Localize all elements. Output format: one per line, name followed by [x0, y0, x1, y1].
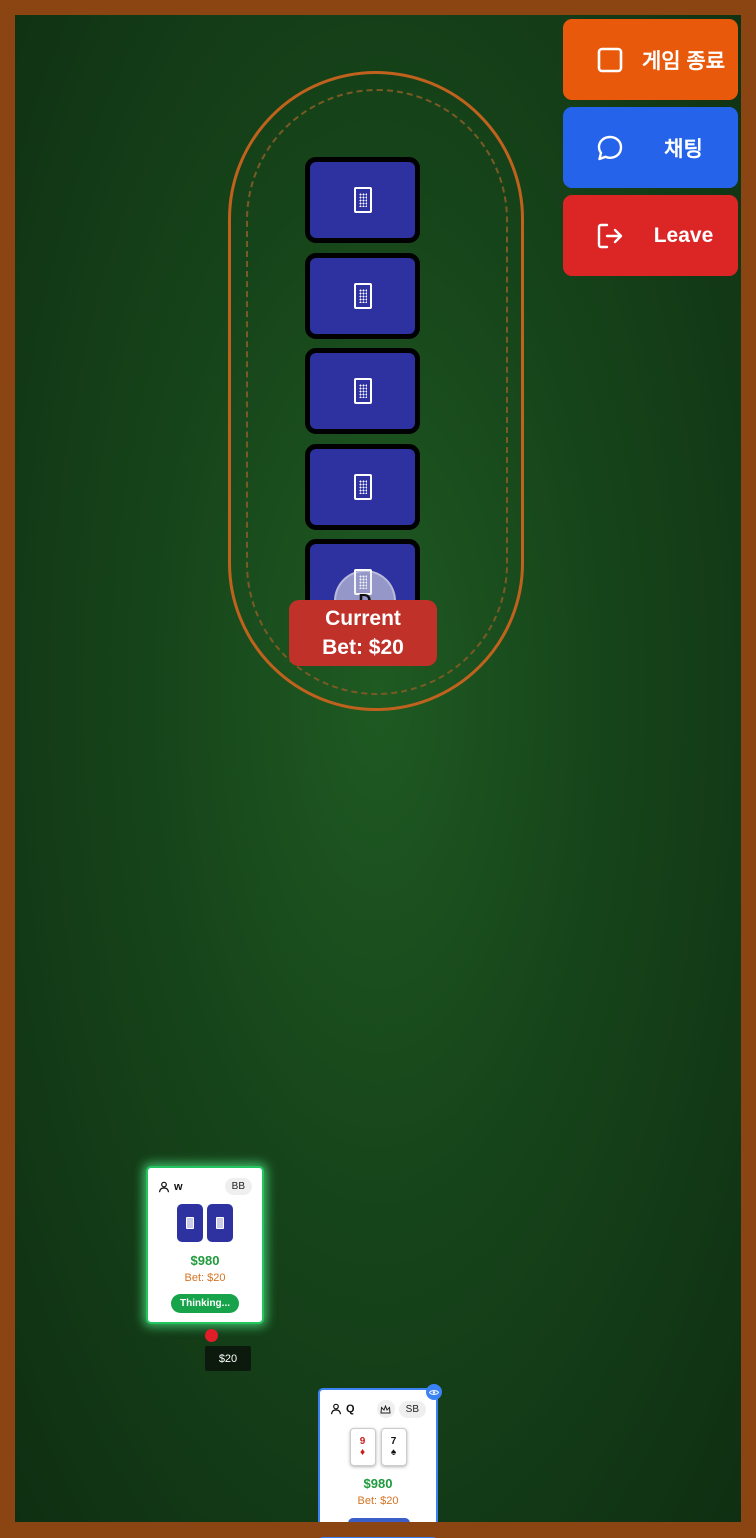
- card-icon: [353, 187, 372, 213]
- table-rail-bottom: [0, 1522, 756, 1537]
- position-badge: SB: [398, 1400, 426, 1418]
- hole-card-back: [207, 1204, 233, 1242]
- card-icon: [353, 283, 372, 309]
- user-icon: [158, 1181, 170, 1192]
- log-out-icon: [597, 223, 623, 248]
- player-name: Q: [346, 1403, 355, 1415]
- player-chips: $980: [190, 1253, 220, 1268]
- card-rank: 9: [359, 1436, 366, 1447]
- current-bet-label: Current: [325, 607, 401, 630]
- thinking-status-badge: Thinking...: [171, 1294, 239, 1313]
- player-bet: Bet: $20: [357, 1495, 399, 1507]
- crown-icon: [376, 1400, 395, 1418]
- chat-button[interactable]: 채팅: [563, 107, 738, 188]
- position-badge: BB: [224, 1178, 252, 1195]
- hole-card-face: 7 ♠: [380, 1428, 407, 1466]
- community-card-3: [305, 348, 420, 434]
- player-seat-q[interactable]: Q SB 9 ♦ 7 ♠ $980 Bet: $20: [318, 1388, 438, 1538]
- player-seat-w[interactable]: w BB $980 Bet: $20 Thinking...: [146, 1166, 264, 1324]
- player-name: w: [174, 1180, 183, 1193]
- current-bet-banner: Current Bet: $20: [289, 600, 437, 666]
- eye-icon: [426, 1384, 442, 1400]
- community-card-1: [305, 157, 420, 243]
- user-icon: [330, 1403, 342, 1415]
- hole-card-back: [177, 1204, 203, 1242]
- hole-card-face: 9 ♦: [349, 1428, 376, 1466]
- leave-label: Leave: [653, 223, 714, 247]
- community-card-4: [305, 444, 420, 530]
- chat-label: 채팅: [664, 137, 703, 161]
- card-icon: [353, 378, 372, 404]
- chat-bubble-icon: [597, 135, 623, 160]
- card-suit: ♠: [390, 1447, 397, 1458]
- end-game-button[interactable]: 게임 종료: [563, 19, 738, 100]
- community-card-2: [305, 253, 420, 339]
- current-bet-value: Bet: $20: [322, 636, 404, 659]
- leave-button[interactable]: Leave: [563, 195, 738, 276]
- player-chips: $980: [363, 1476, 393, 1491]
- card-rank: 7: [390, 1436, 397, 1447]
- stop-icon: [597, 47, 623, 72]
- card-icon: [353, 474, 372, 500]
- table-bet-amount: $20: [205, 1346, 251, 1371]
- player-bet: Bet: $20: [184, 1272, 226, 1284]
- end-game-label: 게임 종료: [641, 49, 726, 73]
- card-suit: ♦: [359, 1447, 366, 1458]
- bet-chip-icon: [205, 1329, 218, 1342]
